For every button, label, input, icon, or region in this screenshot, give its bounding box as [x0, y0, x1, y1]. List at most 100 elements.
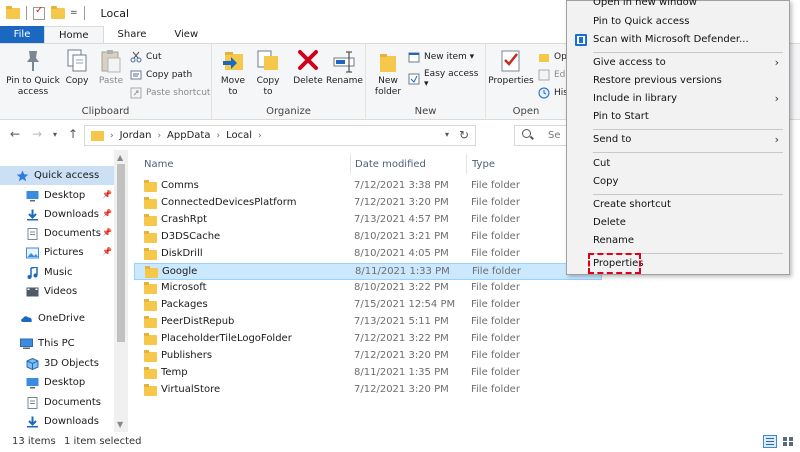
item-count: 13 items	[12, 436, 56, 447]
nav-documents-pc[interactable]: Documents	[0, 393, 114, 412]
breadcrumb-appdata[interactable]: AppData	[167, 130, 210, 141]
nav-scrollbar[interactable]: ▲ ▼	[114, 150, 128, 432]
column-name[interactable]: Name	[144, 154, 174, 174]
table-row[interactable]: D3DSCache 8/10/2021 3:21 PM File folder	[134, 229, 602, 246]
menu-pin-quick-access[interactable]: Pin to Quick access	[567, 14, 789, 31]
row-date-modified: 7/12/2021 3:20 PM	[354, 350, 449, 361]
history-button[interactable]: His	[538, 87, 568, 99]
nav-3d-objects-label: 3D Objects	[44, 358, 100, 369]
nav-desktop-pinned[interactable]: Desktop 📌	[0, 186, 114, 205]
pin-icon[interactable]: 📌	[102, 228, 112, 237]
table-row[interactable]: Microsoft 8/10/2021 3:22 PM File folder	[134, 280, 602, 297]
table-row[interactable]: Google 8/11/2021 1:33 PM File folder	[134, 263, 602, 280]
cut-button[interactable]: Cut	[130, 51, 162, 63]
menu-scan-defender[interactable]: Scan with Microsoft Defender...	[567, 32, 789, 49]
back-arrow-icon[interactable]: ←	[10, 127, 20, 141]
row-name: Temp	[161, 367, 188, 378]
tab-share[interactable]: Share	[104, 26, 161, 43]
menu-create-shortcut[interactable]: Create shortcut	[567, 197, 789, 214]
menu-restore-versions-label: Restore previous versions	[593, 75, 722, 86]
nav-documents-pinned[interactable]: Documents 📌	[0, 224, 114, 243]
easy-access-button[interactable]: Easy access ▾	[408, 69, 485, 89]
properties-quick-icon[interactable]	[33, 5, 45, 20]
new-item-button[interactable]: New item ▾	[408, 51, 474, 63]
refresh-icon[interactable]: ↻	[459, 128, 469, 142]
rename-button[interactable]: Rename	[326, 48, 363, 87]
menu-copy[interactable]: Copy	[567, 174, 789, 191]
row-type: File folder	[471, 299, 520, 310]
properties-ribbon-button[interactable]: Properties	[488, 48, 534, 87]
folder-icon	[144, 367, 157, 379]
tab-view[interactable]: View	[160, 26, 212, 43]
menu-open-new-window[interactable]: Open in new window	[567, 0, 789, 12]
new-folder-button[interactable]: New folder	[372, 48, 404, 98]
nav-this-pc[interactable]: This PC	[0, 334, 114, 353]
nav-downloads-pc[interactable]: Downloads	[0, 412, 114, 431]
pin-icon[interactable]: 📌	[102, 190, 112, 199]
nav-quick-access[interactable]: Quick access	[0, 166, 114, 185]
scroll-thumb[interactable]	[117, 164, 125, 342]
rename-icon	[332, 48, 356, 74]
menu-separator	[593, 129, 783, 130]
copy-path-button[interactable]: Copy path	[130, 69, 192, 81]
menu-pin-start[interactable]: Pin to Start	[567, 109, 789, 126]
table-row[interactable]: PeerDistRepub 7/13/2021 5:11 PM File folde…	[134, 314, 602, 331]
menu-delete[interactable]: Delete	[567, 215, 789, 232]
pin-quick-access-button[interactable]: Pin to Quick access	[4, 48, 62, 98]
menu-give-access[interactable]: Give access to ›	[567, 55, 789, 72]
new-folder-quick-icon[interactable]	[51, 5, 65, 19]
copy-to-button[interactable]: Copy to	[254, 48, 282, 98]
breadcrumb-jordan[interactable]: Jordan	[120, 130, 152, 141]
menu-rename[interactable]: Rename	[567, 233, 789, 250]
copy-button[interactable]: Copy	[62, 48, 92, 87]
edit-button[interactable]: Edi	[538, 69, 568, 81]
pin-icon[interactable]: 📌	[102, 247, 112, 256]
menu-cut[interactable]: Cut	[567, 156, 789, 173]
nav-music[interactable]: Music	[0, 263, 114, 282]
address-bar[interactable]: › Jordan › AppData › Local › ▾ ↻	[84, 125, 476, 146]
table-row[interactable]: Temp 8/11/2021 1:35 PM File folder	[134, 365, 602, 382]
table-row[interactable]: PlaceholderTileLogoFolder 7/12/2021 3:22 …	[134, 331, 602, 348]
scroll-down-icon[interactable]: ▼	[117, 420, 123, 429]
quick-access-toolbar-dropdown[interactable]: =	[70, 8, 78, 18]
nav-onedrive[interactable]: OneDrive	[0, 309, 114, 328]
column-type[interactable]: Type	[472, 154, 495, 174]
column-divider[interactable]	[466, 154, 467, 174]
divider	[83, 6, 85, 20]
paste-button[interactable]: Paste	[94, 48, 128, 87]
forward-arrow-icon[interactable]: →	[32, 127, 42, 141]
move-to-button[interactable]: Move to	[218, 48, 248, 98]
table-row[interactable]: DiskDrill 8/10/2021 4:05 PM File folder	[134, 246, 602, 263]
large-icons-view-icon[interactable]	[781, 435, 795, 448]
pin-icon[interactable]: 📌	[102, 209, 112, 218]
column-divider[interactable]	[350, 154, 351, 174]
menu-send-to[interactable]: Send to ›	[567, 132, 789, 149]
table-row[interactable]: Comms 7/12/2021 3:38 PM File folder	[134, 178, 602, 195]
nav-downloads-pinned[interactable]: Downloads 📌	[0, 205, 114, 224]
search-input[interactable]: Se	[514, 125, 574, 146]
open-button[interactable]: Op	[538, 51, 567, 63]
menu-include-library[interactable]: Include in library ›	[567, 91, 789, 108]
table-row[interactable]: VirtualStore 7/12/2021 3:20 PM File folder	[134, 382, 602, 399]
details-view-icon[interactable]	[763, 435, 777, 448]
column-date-modified[interactable]: Date modified	[355, 154, 426, 174]
tab-file[interactable]: File	[0, 26, 44, 43]
delete-button[interactable]: Delete	[292, 48, 324, 87]
menu-restore-versions[interactable]: Restore previous versions	[567, 73, 789, 90]
folder-icon	[144, 384, 157, 396]
paste-shortcut-button[interactable]: Paste shortcut	[130, 87, 210, 99]
recent-locations-chevron-icon[interactable]: ▾	[53, 130, 57, 139]
nav-videos[interactable]: Videos	[0, 282, 114, 301]
table-row[interactable]: ConnectedDevicesPlatform 7/12/2021 3:20 P…	[134, 195, 602, 212]
breadcrumb-local[interactable]: Local	[226, 130, 252, 141]
scroll-up-icon[interactable]: ▲	[117, 153, 123, 162]
table-row[interactable]: Packages 7/15/2021 12:54 PM File folder	[134, 297, 602, 314]
tab-home[interactable]: Home	[44, 26, 104, 43]
table-row[interactable]: Publishers 7/12/2021 3:20 PM File folder	[134, 348, 602, 365]
nav-desktop-pc[interactable]: Desktop	[0, 373, 114, 392]
nav-3d-objects[interactable]: 3D Objects	[0, 354, 114, 373]
up-arrow-icon[interactable]: ↑	[68, 127, 78, 141]
nav-pictures-pinned[interactable]: Pictures 📌	[0, 243, 114, 262]
table-row[interactable]: CrashRpt 7/13/2021 4:57 PM File folder	[134, 212, 602, 229]
address-dropdown-icon[interactable]: ▾	[445, 130, 449, 139]
